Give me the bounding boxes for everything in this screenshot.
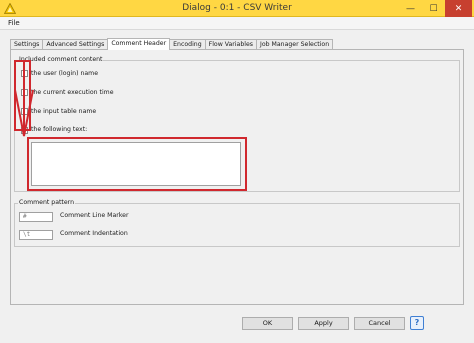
tab-comment-header[interactable]: Comment Header [107, 38, 171, 50]
menu-file[interactable]: File [8, 19, 20, 27]
close-button[interactable]: ✕ [445, 0, 472, 17]
execution-time-label: the current execution time [31, 89, 114, 96]
cancel-button[interactable]: Cancel [354, 317, 405, 330]
comment-pattern-group [14, 203, 460, 247]
help-icon[interactable]: ? [410, 316, 424, 330]
ok-button[interactable]: OK [242, 317, 293, 330]
minimize-button[interactable]: — [399, 0, 422, 17]
apply-button[interactable]: Apply [298, 317, 349, 330]
maximize-button[interactable]: ☐ [422, 0, 445, 17]
comment-pattern-group-title: Comment pattern [18, 199, 76, 206]
title-bar: Dialog - 0:1 - CSV Writer — ☐ ✕ [0, 0, 474, 17]
comment-indentation-label: Comment Indentation [60, 230, 128, 237]
input-table-name-label: the input table name [31, 108, 97, 115]
menu-bar: File [0, 17, 474, 30]
annotation-arrow-icon [14, 62, 34, 137]
comment-indentation-input[interactable]: \t [19, 230, 53, 240]
comment-line-marker-input[interactable]: # [19, 212, 53, 222]
comment-line-marker-label: Comment Line Marker [60, 212, 129, 219]
user-name-label: the user (login) name [31, 70, 98, 77]
annotation-highlight-textarea [27, 137, 247, 191]
